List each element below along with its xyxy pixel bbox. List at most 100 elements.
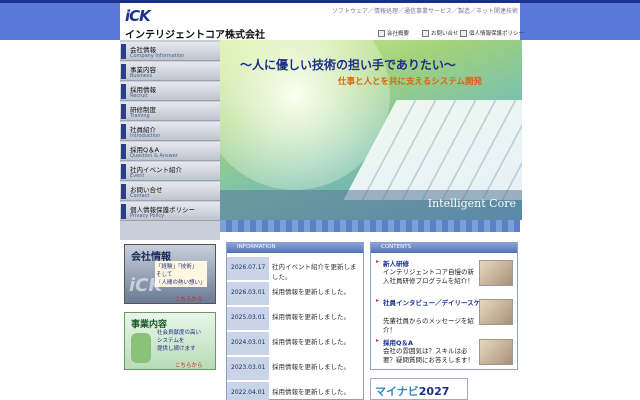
top-links[interactable]: ソフトウェア／情報処理／通信事業サービス／製造／ネット関連技術 [332,6,518,15]
info-row: 2023.03.01 採用情報を更新しました。 [227,357,363,382]
info-text[interactable]: 採用情報を更新しました。 [272,312,360,322]
banner-desc-line3: 提供し続けます [157,346,196,352]
nav-item-company[interactable]: 会社情報 Company Information [120,42,220,61]
arrow-icon: ▸ [376,297,380,304]
contents-photo [479,339,513,365]
util-label: お問い合せ [431,31,459,37]
nav-item-recruit[interactable]: 採用情報 Recruit [120,82,220,101]
privacy-policy-link[interactable]: 個人情報保護ポリシー [460,29,524,37]
info-text[interactable]: 採用情報を更新しました。 [272,387,360,397]
banner-link[interactable]: こちらから [175,361,203,369]
mynavi-logo: マイナビ2027 [375,383,449,399]
nav-bar [121,64,126,79]
info-date-cell: 2022.04.01 [227,382,269,400]
banner-quote: 「経験」「技術」 そして 「人間の熱い想い」 [155,261,207,287]
nav-sublabel: Recruit [130,93,148,99]
util-label: 会社概要 [387,31,410,37]
nav-bar [121,84,126,99]
info-date-cell: 2024.03.01 [227,332,269,356]
nav-item-contact[interactable]: お問い合せ Contact [120,182,220,201]
mail-icon [422,29,429,37]
nav-bar [121,184,126,199]
nav-item-privacy[interactable]: 個人情報保護ポリシー Privacy Policy [120,202,220,221]
nav-sublabel: Company Information [130,53,185,59]
nav-bar [121,104,126,119]
decorative-strip [220,220,520,232]
contents-item-title[interactable]: 新人研修 [383,258,409,268]
nav-item-training[interactable]: 研修制度 Training [120,102,220,121]
info-text[interactable]: 社内イベント紹介を更新しました。 [272,262,360,282]
info-date: 2025.03.01 [231,314,266,321]
information-panel: INFORMATION 2026.07.17 社内イベント紹介を更新しました。 2… [226,242,364,400]
nav-bar [121,144,126,159]
info-row: 2026.03.01 採用情報を更新しました。 [227,282,363,307]
nav-item-event[interactable]: 社内イベント紹介 Event [120,162,220,181]
info-date: 2023.03.01 [231,364,266,371]
info-date: 2026.07.17 [231,264,266,271]
banner-desc-line2: システムを [157,338,185,344]
nav-item-business[interactable]: 事業内容 Business [120,62,220,81]
left-nav: 会社情報 Company Information 事業内容 Business 採用情… [120,40,220,240]
info-date: 2022.04.01 [231,389,266,396]
mynavi-year: 2027 [418,385,450,398]
info-row: 2025.03.01 採用情報を更新しました。 [227,307,363,332]
nav-sublabel: Business [130,73,153,79]
contents-item-body: 会社の雰囲気は？スキルは必要？疑問質問にお答えします！ [383,347,474,364]
contents-item-training[interactable]: ▸ 新人研修 インテリジェントコア自慢の新入社員研修プログラムを紹介！ [373,256,515,294]
banner-desc: 社会貢献度の高い システムを提供し続けます [157,329,201,353]
info-date-cell: 2023.03.01 [227,357,269,381]
contents-item-interview[interactable]: ▸ 社員インタビュー／デイリースケジュール 先輩社員からのメッセージを紹介！ [373,295,515,334]
info-date-cell: 2026.03.01 [227,282,269,306]
util-label: 個人情報保護ポリシー [469,31,525,37]
nav-sublabel: Question & Answer [130,153,178,159]
contact-link[interactable]: お問い合せ [422,29,459,37]
information-header: INFORMATION [227,243,363,253]
arrow-icon: ▸ [376,258,380,265]
mynavi-prefix: マイナビ [375,385,419,398]
banner-desc-line1: 社会貢献度の高い [157,330,202,336]
company-name: インテリジェントコア株式会社 [125,30,265,41]
info-row: 2022.04.01 採用情報を更新しました。 [227,382,363,400]
info-date-cell: 2026.07.17 [227,257,269,281]
left-banners: 会社情報 「経験」「技術」 そして 「人間の熱い想い」 iCK こちらから 事業内容… [120,240,220,400]
mynavi-banner[interactable]: マイナビ2027 [370,378,468,400]
header: iCK インテリジェントコア株式会社 ソフトウェア／情報処理／通信事業サービス／… [120,3,524,41]
right-header-band [520,3,640,40]
hero-banner: ～人に優しい技術の担い手でありたい～ 仕事と人とを共に支えるシステム開発 Int… [220,40,522,220]
contents-header: CONTENTS [371,243,517,253]
contents-item-qa[interactable]: ▸ 採用Q＆A 会社の雰囲気は？スキルは必要？疑問質問にお答えします！ [373,335,515,373]
nav-sublabel: Training [130,113,150,119]
contents-item-title[interactable]: 採用Q＆A [383,337,413,347]
contents-photo [479,260,513,286]
nav-item-introduction[interactable]: 社員紹介 Introduction [120,122,220,141]
info-text[interactable]: 採用情報を更新しました。 [272,287,360,297]
info-row: 2026.07.17 社内イベント紹介を更新しました。 [227,257,363,282]
info-row: 2024.03.01 採用情報を更新しました。 [227,332,363,357]
nav-bar [121,124,126,139]
banner-quote-line1: 「経験」「技術」 [156,264,198,270]
nav-sublabel: Event [130,173,145,179]
info-date: 2026.03.01 [231,289,266,296]
info-text[interactable]: 採用情報を更新しました。 [272,362,360,372]
info-date-cell: 2025.03.01 [227,307,269,331]
nav-sublabel: Privacy Policy [130,213,165,219]
banner-link[interactable]: こちらから [175,295,203,303]
company-info-banner[interactable]: 会社情報 「経験」「技術」 そして 「人間の熱い想い」 iCK こちらから [124,244,216,304]
contents-item-body: 先輩社員からのメッセージを紹介！ [383,317,474,334]
nav-item-qa[interactable]: 採用Q＆A Question & Answer [120,142,220,161]
hero-subtitle: 仕事と人とを共に支えるシステム開発 [338,77,482,87]
plant-icon [131,333,151,363]
contents-photo [479,299,513,325]
nav-bar [121,44,126,59]
document-icon [460,29,467,37]
nav-bar [121,204,126,219]
nav-sublabel: Contact [130,193,150,199]
contents-title: CONTENTS [381,244,412,250]
business-banner[interactable]: 事業内容 社会貢献度の高い システムを 提供し続けます こちらから [124,312,216,370]
information-title: INFORMATION [237,244,276,250]
info-text[interactable]: 採用情報を更新しました。 [272,337,360,347]
contents-panel: CONTENTS ▸ 新人研修 インテリジェントコア自慢の新入社員研修プログラムを紹… [370,242,518,370]
company-overview-link[interactable]: 会社概要 [378,29,409,37]
info-date: 2024.03.01 [231,339,266,346]
logo[interactable]: iCK [125,7,151,25]
